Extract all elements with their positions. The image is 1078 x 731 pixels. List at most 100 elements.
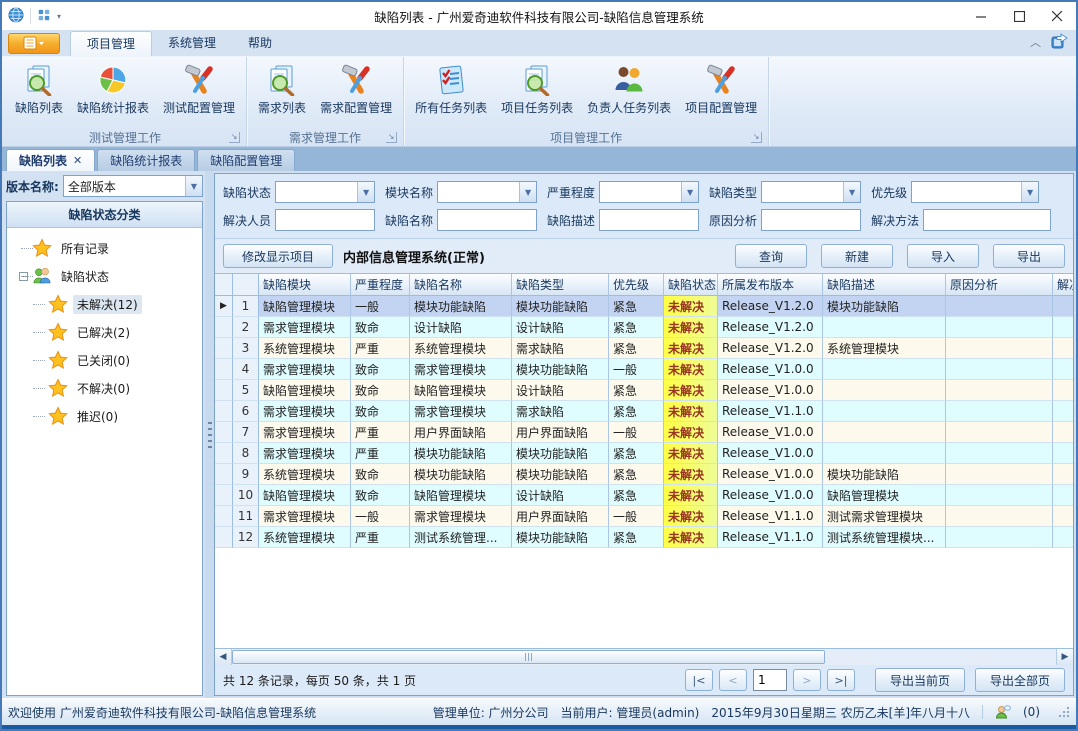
chevron-down-icon[interactable]: ▼ xyxy=(1021,182,1038,202)
prev-page-button[interactable]: < xyxy=(719,669,747,691)
cell-解决方法 xyxy=(1053,296,1073,317)
first-page-button[interactable]: |< xyxy=(685,669,713,691)
ribbon-button-负责人任务列表[interactable]: 负责人任务列表 xyxy=(580,61,678,128)
ribbon-tab-系统管理[interactable]: 系统管理 xyxy=(152,31,232,56)
ribbon-button-缺陷统计报表[interactable]: 缺陷统计报表 xyxy=(70,61,156,128)
column-header-严重程度[interactable]: 严重程度 xyxy=(351,274,410,296)
column-header-原因分析[interactable]: 原因分析 xyxy=(946,274,1053,296)
version-select[interactable]: 全部版本 ▼ xyxy=(63,175,203,197)
column-header-缺陷名称[interactable]: 缺陷名称 xyxy=(410,274,512,296)
page-number-input[interactable] xyxy=(753,669,787,691)
filter-label-解决人员: 解决人员 xyxy=(223,212,271,229)
filter-select-缺陷类型[interactable]: ▼ xyxy=(761,181,861,203)
chevron-down-icon[interactable]: ▼ xyxy=(185,176,202,196)
modify-columns-button[interactable]: 修改显示项目 xyxy=(223,244,333,268)
filter-input-解决人员[interactable] xyxy=(275,209,375,231)
action-button-查询[interactable]: 查询 xyxy=(735,244,807,268)
close-button[interactable] xyxy=(1038,3,1076,29)
table-row[interactable]: 3系统管理模块严重系统管理模块需求缺陷紧急未解决Release_V1.2.0系统… xyxy=(215,338,1073,359)
maximize-button[interactable] xyxy=(1000,3,1038,29)
cell-缺陷名称: 缺陷管理模块 xyxy=(410,380,512,401)
ribbon-collapse-icon[interactable]: ︿ xyxy=(1030,38,1041,48)
ribbon-button-测试配置管理[interactable]: 测试配置管理 xyxy=(156,61,242,128)
filter-input-原因分析[interactable] xyxy=(761,209,861,231)
scrollbar-thumb[interactable] xyxy=(232,650,825,664)
tree-item-缺陷状态[interactable]: −缺陷状态 xyxy=(13,262,200,290)
action-button-导出[interactable]: 导出 xyxy=(993,244,1065,268)
ribbon-tab-帮助[interactable]: 帮助 xyxy=(232,31,288,56)
table-row[interactable]: 6需求管理模块致命需求管理模块需求缺陷紧急未解决Release_V1.1.0 xyxy=(215,401,1073,422)
scroll-left-icon[interactable]: ◀ xyxy=(215,649,232,665)
panel-splitter[interactable] xyxy=(205,171,214,698)
doc-tab-缺陷统计报表[interactable]: 缺陷统计报表 xyxy=(97,149,195,171)
next-page-button[interactable]: > xyxy=(793,669,821,691)
filter-select-优先级[interactable]: ▼ xyxy=(911,181,1039,203)
tree-item-不解决(0)[interactable]: 不解决(0) xyxy=(13,374,200,402)
table-row[interactable]: 11需求管理模块一般需求管理模块用户界面缺陷一般未解决Release_V1.1.… xyxy=(215,506,1073,527)
ribbon-button-项目任务列表[interactable]: 项目任务列表 xyxy=(494,61,580,128)
scroll-right-icon[interactable]: ▶ xyxy=(1056,649,1073,665)
ribbon-button-缺陷列表[interactable]: 缺陷列表 xyxy=(8,61,70,128)
horizontal-scrollbar[interactable]: ◀ ▶ xyxy=(215,648,1073,665)
filter-input-缺陷描述[interactable] xyxy=(599,209,699,231)
table-row[interactable]: 10缺陷管理模块致命缺陷管理模块设计缺陷紧急未解决Release_V1.0.0缺… xyxy=(215,485,1073,506)
quick-access-caret-icon[interactable]: ▾ xyxy=(57,12,61,21)
chevron-down-icon[interactable]: ▼ xyxy=(519,182,536,202)
filter-select-严重程度[interactable]: ▼ xyxy=(599,181,699,203)
dialog-launcher-icon[interactable]: ↘ xyxy=(386,132,397,143)
minimize-button[interactable] xyxy=(962,3,1000,29)
export-current-page-button[interactable]: 导出当前页 xyxy=(875,668,965,692)
cell-所属发布版本: Release_V1.2.0 xyxy=(718,317,823,338)
cell-缺陷模块: 系统管理模块 xyxy=(259,527,351,548)
table-row[interactable]: 4需求管理模块致命需求管理模块模块功能缺陷一般未解决Release_V1.0.0 xyxy=(215,359,1073,380)
column-header-缺陷类型[interactable]: 缺陷类型 xyxy=(512,274,609,296)
resize-grip[interactable] xyxy=(1058,706,1070,718)
tree-item-所有记录[interactable]: 所有记录 xyxy=(13,234,200,262)
filter-input-解决方法[interactable] xyxy=(923,209,1051,231)
window-switch-icon[interactable] xyxy=(1051,33,1068,52)
column-header-缺陷状态[interactable]: 缺陷状态 xyxy=(664,274,718,296)
table-row[interactable]: 5缺陷管理模块致命缺陷管理模块设计缺陷紧急未解决Release_V1.0.0 xyxy=(215,380,1073,401)
filter-select-模块名称[interactable]: ▼ xyxy=(437,181,537,203)
close-tab-icon[interactable]: ✕ xyxy=(73,154,82,167)
ribbon-button-需求配置管理[interactable]: 需求配置管理 xyxy=(313,61,399,128)
dialog-launcher-icon[interactable]: ↘ xyxy=(751,132,762,143)
doc-tab-缺陷配置管理[interactable]: 缺陷配置管理 xyxy=(197,149,295,171)
chevron-down-icon[interactable]: ▼ xyxy=(357,182,374,202)
column-header-所属发布版本[interactable]: 所属发布版本 xyxy=(718,274,823,296)
ribbon-group: 所有任务列表项目任务列表负责人任务列表项目配置管理项目管理工作↘ xyxy=(404,57,769,146)
ribbon-tab-项目管理[interactable]: 项目管理 xyxy=(70,31,152,56)
export-all-pages-button[interactable]: 导出全部页 xyxy=(975,668,1065,692)
tree-item-推迟(0)[interactable]: 推迟(0) xyxy=(13,402,200,430)
doc-tab-缺陷列表[interactable]: 缺陷列表✕ xyxy=(6,149,95,171)
table-row[interactable]: 7需求管理模块严重用户界面缺陷用户界面缺陷一般未解决Release_V1.0.0 xyxy=(215,422,1073,443)
quick-access-icon[interactable] xyxy=(37,8,51,25)
ribbon-button-所有任务列表[interactable]: 所有任务列表 xyxy=(408,61,494,128)
column-header-优先级[interactable]: 优先级 xyxy=(609,274,664,296)
table-row[interactable]: ▶1缺陷管理模块一般模块功能缺陷模块功能缺陷紧急未解决Release_V1.2.… xyxy=(215,296,1073,317)
tree-item-未解决(12)[interactable]: 未解决(12) xyxy=(13,290,200,318)
online-user-icon[interactable] xyxy=(995,704,1011,720)
dialog-launcher-icon[interactable]: ↘ xyxy=(229,132,240,143)
action-button-导入[interactable]: 导入 xyxy=(907,244,979,268)
column-header-缺陷描述[interactable]: 缺陷描述 xyxy=(823,274,946,296)
app-menu-button[interactable] xyxy=(8,33,60,54)
tree-item-已解决(2)[interactable]: 已解决(2) xyxy=(13,318,200,346)
ribbon-button-项目配置管理[interactable]: 项目配置管理 xyxy=(678,61,764,128)
cell-缺陷描述 xyxy=(823,359,946,380)
table-row[interactable]: 2需求管理模块致命设计缺陷设计缺陷紧急未解决Release_V1.2.0 xyxy=(215,317,1073,338)
tree-item-已关闭(0)[interactable]: 已关闭(0) xyxy=(13,346,200,374)
column-header-缺陷模块[interactable]: 缺陷模块 xyxy=(259,274,351,296)
cell-严重程度: 严重 xyxy=(351,527,410,548)
filter-select-缺陷状态[interactable]: ▼ xyxy=(275,181,375,203)
table-row[interactable]: 8需求管理模块严重模块功能缺陷模块功能缺陷紧急未解决Release_V1.0.0 xyxy=(215,443,1073,464)
table-row[interactable]: 9系统管理模块致命模块功能缺陷模块功能缺陷紧急未解决Release_V1.0.0… xyxy=(215,464,1073,485)
chevron-down-icon[interactable]: ▼ xyxy=(843,182,860,202)
filter-input-缺陷名称[interactable] xyxy=(437,209,537,231)
table-row[interactable]: 12系统管理模块严重测试系统管理...模块功能缺陷紧急未解决Release_V1… xyxy=(215,527,1073,548)
action-button-新建[interactable]: 新建 xyxy=(821,244,893,268)
chevron-down-icon[interactable]: ▼ xyxy=(681,182,698,202)
column-header-解决方法[interactable]: 解决方法 xyxy=(1053,274,1073,296)
ribbon-button-需求列表[interactable]: 需求列表 xyxy=(251,61,313,128)
last-page-button[interactable]: >| xyxy=(827,669,855,691)
